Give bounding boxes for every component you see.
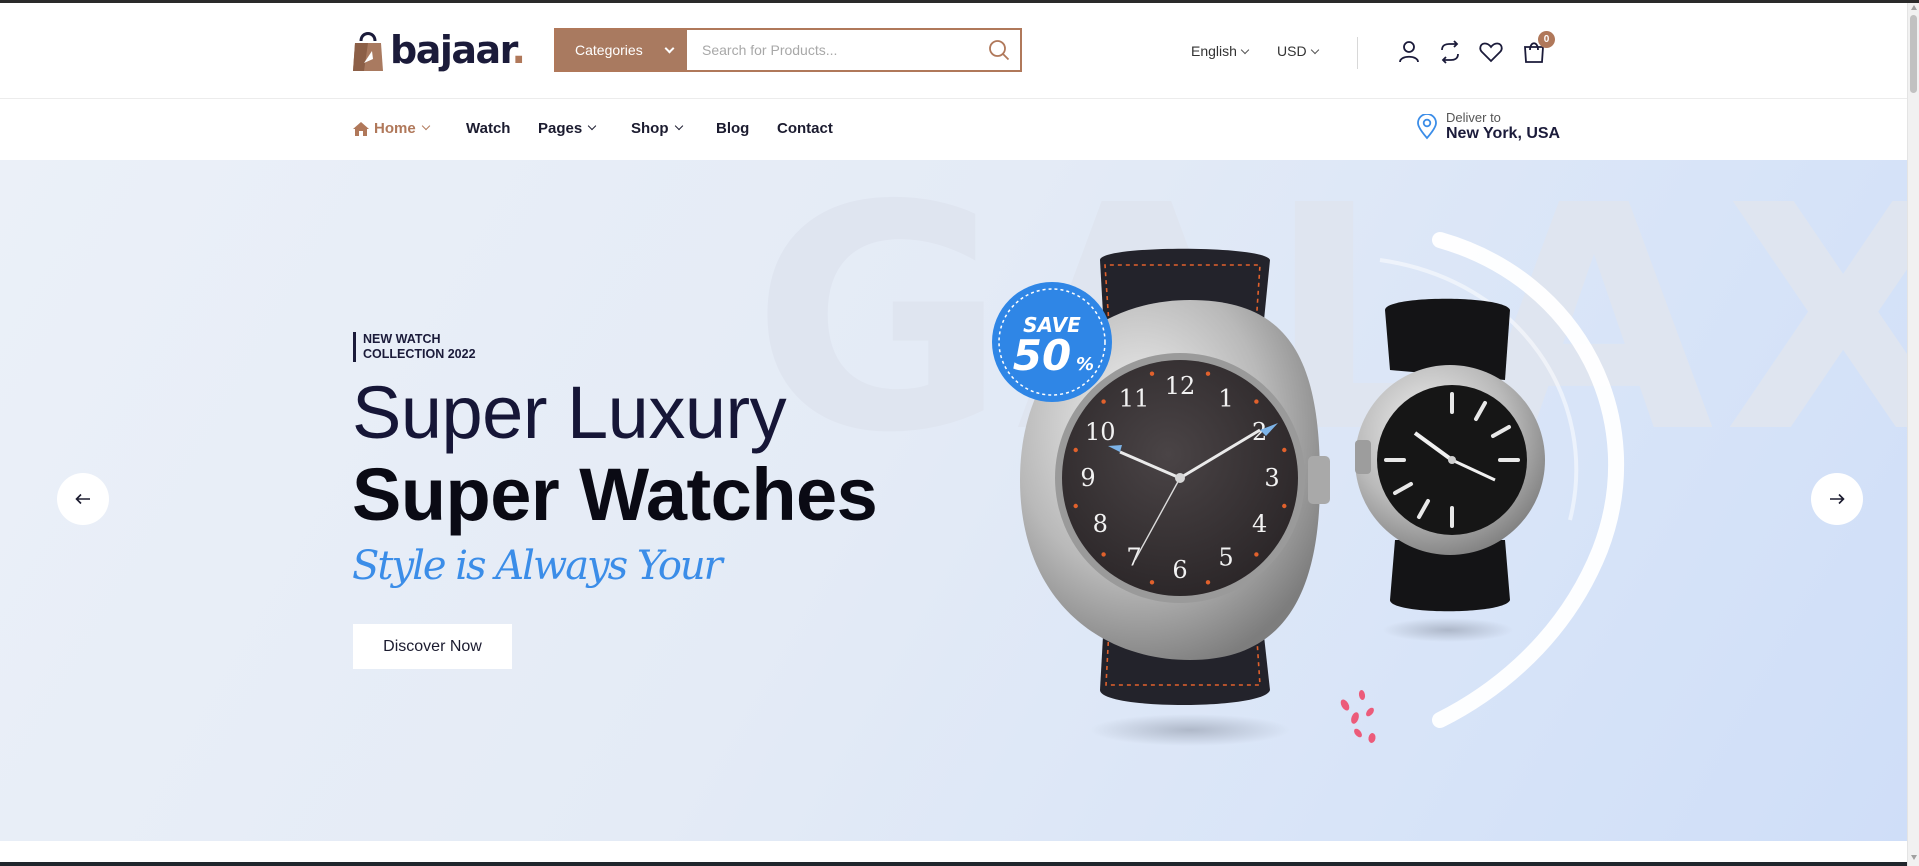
user-icon[interactable] [1396, 39, 1422, 65]
divider [1357, 37, 1358, 69]
deliver-label: Deliver to [1446, 110, 1501, 125]
section-gap [0, 841, 1907, 862]
tag-line-1: NEW WATCH [363, 332, 441, 346]
hero-watches-illustration: 12 1234567891011 SAVE 50 % [992, 232, 1625, 746]
cart-count-badge: 0 [1538, 31, 1555, 48]
slider-prev-button[interactable] [57, 473, 109, 525]
nav-contact[interactable]: Contact [777, 120, 833, 137]
hero-slider: GALAXY NEW WATCH COLLECTION 2022 Super L… [0, 160, 1907, 841]
dial-marker [1205, 580, 1211, 585]
dial-marker [1073, 447, 1078, 453]
dial-number: 12 [1165, 372, 1196, 400]
slider-next-button[interactable] [1811, 473, 1863, 525]
dial-marker [1282, 503, 1287, 509]
dial-number: 1 [1218, 384, 1233, 412]
nav-watch-label: Watch [466, 120, 511, 137]
language-selector[interactable]: English [1191, 43, 1250, 59]
chevron-down-icon [1310, 45, 1319, 55]
chevron-down-icon [1240, 45, 1250, 55]
dial-number: 11 [1119, 384, 1150, 412]
dial-marker [1101, 552, 1106, 557]
dial-number: 3 [1264, 464, 1279, 492]
search-bar: Categories [554, 28, 1022, 72]
brand-logo[interactable]: bajaar. [352, 27, 526, 73]
dial-number: 8 [1093, 510, 1108, 538]
dial-marker [1254, 399, 1259, 404]
dial-number: 5 [1218, 544, 1233, 572]
main-nav: Home Watch Pages Shop Blog Contact Deliv… [0, 100, 1907, 160]
dial-marker [1205, 371, 1211, 376]
location-pin-icon [1417, 113, 1437, 139]
chevron-down-icon [587, 121, 597, 130]
page-scrollbar[interactable] [1907, 3, 1919, 866]
shopping-bag-logo-icon [353, 32, 383, 71]
brand-name: bajaar. [390, 28, 526, 72]
nav-home-label: Home [374, 120, 416, 137]
hero-title-light: Super Luxury [352, 371, 787, 454]
discover-now-button[interactable]: Discover Now [353, 624, 512, 669]
save-50-badge: SAVE 50 % [992, 282, 1112, 402]
nav-blog[interactable]: Blog [716, 120, 749, 137]
arrow-left-icon [75, 493, 90, 505]
nav-shop[interactable]: Shop [631, 120, 683, 137]
scroll-down-icon[interactable] [1911, 855, 1917, 860]
currency-selector[interactable]: USD [1277, 43, 1319, 59]
nav-pages[interactable]: Pages [538, 120, 597, 137]
deliver-city: New York, USA [1446, 125, 1561, 142]
next-section-edge [0, 862, 1907, 866]
dial-marker [1149, 580, 1155, 585]
chevron-down-icon [664, 43, 675, 54]
dial-marker [1073, 503, 1078, 509]
search-input[interactable] [687, 30, 978, 70]
svg-text:%: % [1076, 354, 1094, 375]
dial-marker [1282, 447, 1287, 453]
hero-collection-tag: NEW WATCH COLLECTION 2022 [353, 332, 476, 362]
compare-icon[interactable] [1437, 39, 1463, 65]
nav-home[interactable]: Home [353, 120, 430, 137]
nav-blog-label: Blog [716, 120, 750, 137]
categories-label: Categories [575, 42, 643, 58]
dial-number: 7 [1126, 544, 1141, 572]
nav-pages-label: Pages [538, 120, 583, 137]
search-button[interactable] [978, 30, 1020, 70]
nav-watch[interactable]: Watch [466, 120, 510, 137]
chevron-down-icon [674, 121, 683, 130]
arrow-right-icon [1830, 493, 1845, 505]
categories-dropdown[interactable]: Categories [556, 30, 687, 70]
nav-contact-label: Contact [777, 120, 833, 137]
scroll-up-icon[interactable] [1911, 5, 1917, 10]
svg-text:50: 50 [1013, 331, 1071, 380]
language-value: English [1191, 43, 1237, 59]
dial-number: 6 [1172, 556, 1187, 584]
dial-marker [1149, 371, 1155, 376]
site-header: bajaar. Categories English USD [0, 3, 1907, 99]
nav-shop-label: Shop [631, 120, 669, 137]
currency-value: USD [1277, 43, 1307, 59]
dial-marker [1101, 399, 1106, 404]
dial-number: 10 [1085, 418, 1116, 446]
tag-line-2: COLLECTION 2022 [363, 347, 476, 361]
dial-number: 4 [1252, 510, 1267, 538]
heart-icon[interactable] [1478, 39, 1504, 65]
chevron-down-icon [421, 121, 430, 130]
hero-script-text: Style is Always Your [352, 543, 723, 589]
home-icon [353, 121, 369, 136]
decorative-confetti [1340, 690, 1376, 743]
dial-number: 9 [1080, 464, 1095, 492]
scrollbar-thumb[interactable] [1910, 15, 1917, 93]
search-icon [989, 40, 1010, 61]
dial-marker [1254, 552, 1259, 557]
hero-title-bold: Super Watches [352, 453, 878, 536]
deliver-location[interactable]: Deliver to New York, USA [1416, 110, 1560, 143]
